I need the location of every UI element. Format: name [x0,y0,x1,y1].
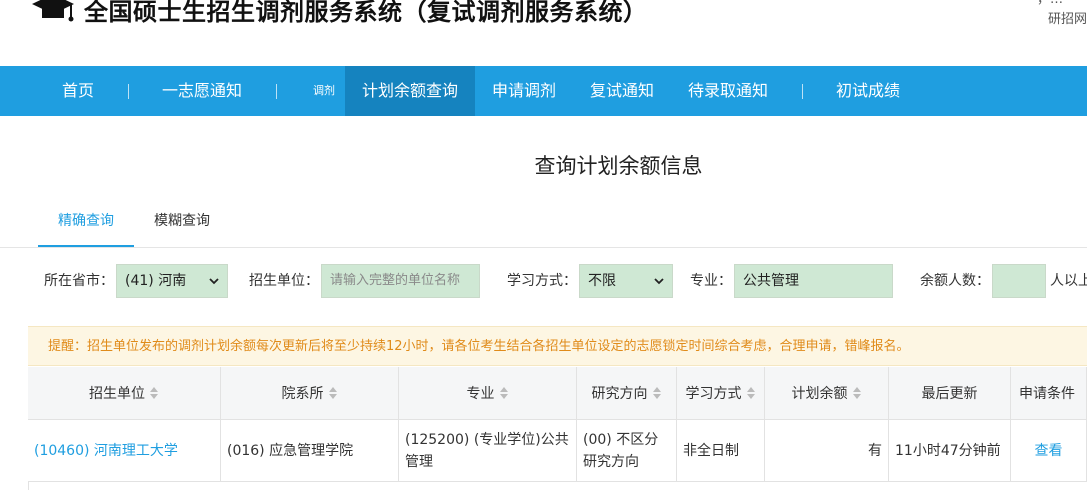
column-header-label: 专业 [466,386,495,402]
notice-text: 提醒：招生单位发布的调剂计划余额每次更新后将至少持续12小时，请各位考生结合各招… [48,339,910,354]
column-header-label: 申请条件 [1019,386,1075,402]
column-header-label: 院系所 [281,386,324,402]
column-header-mode[interactable]: 学习方式 [677,367,765,420]
site-header: 全国硕士生招生调剂服务系统（复试调剂服务系统） ，… 研招网 [0,0,1087,66]
table-cell-updated: 11小时47分钟前 [889,420,1011,482]
study-mode-label: 学习方式： [507,273,577,289]
nav-first-choice-notice[interactable]: 一志愿通知 [146,66,258,116]
column-header-label: 招生单位 [89,386,145,402]
nav-adjust[interactable]: 调剂 [305,66,343,116]
column-header-major[interactable]: 专业 [399,367,577,420]
major-label: 专业： [690,273,732,289]
column-header-label: 最后更新 [921,386,978,402]
column-header-dept[interactable]: 院系所 [221,367,399,420]
chevron-down-icon [209,278,219,285]
tab-exact-query[interactable]: 精确查询 [38,200,134,247]
page-title: 查询计划余额信息 [534,154,703,178]
nav-separator [802,84,803,99]
site-title: 全国硕士生招生调剂服务系统（复试调剂服务系统） [84,0,648,26]
nav-separator [128,84,129,99]
unit-input[interactable]: 请输入完整的单位名称 [321,264,480,298]
unit-link[interactable]: (10460) 河南理工大学 [34,440,178,462]
table-cell-balance: 有 [765,420,889,482]
major-input[interactable]: 公共管理 [734,264,893,298]
query-tabs: 精确查询 模糊查询 [0,200,1087,248]
header-top-right-link[interactable]: 研招网 [1048,12,1087,28]
nav-apply-adjust[interactable]: 申请调剂 [480,66,568,116]
province-select-value: (41) 河南 [125,273,187,289]
province-label: 所在省市： [44,273,114,289]
sort-icon [150,387,158,399]
table-cell-major: (125200) (专业学位)公共管理 [399,420,577,482]
column-header-label: 研究方向 [591,386,648,402]
nav-retest-notice[interactable]: 复试通知 [578,66,666,116]
nav-plan-balance-query[interactable]: 计划余额查询 [345,66,475,116]
quota-input[interactable] [992,264,1046,298]
quota-label: 余额人数： [920,273,990,289]
column-header-updated: 最后更新 [889,367,1011,420]
sort-icon [499,387,508,399]
view-link[interactable]: 查看 [1035,440,1063,462]
unit-label: 招生单位： [249,273,319,289]
chevron-down-icon [654,278,664,285]
table-cell-mode: 非全日制 [677,420,765,482]
column-header-balance[interactable]: 计划余额 [765,367,889,420]
graduation-cap-icon [32,0,74,22]
nav-separator [276,84,277,99]
column-header-label: 计划余额 [791,386,848,402]
sort-icon [746,387,755,399]
header-top-right-text: ，… [1037,0,1063,8]
column-header-direction[interactable]: 研究方向 [577,367,677,420]
province-select[interactable]: (41) 河南 [116,264,228,298]
nav-home[interactable]: 首页 [40,66,116,116]
notice-banner: 提醒：招生单位发布的调剂计划余额每次更新后将至少持续12小时，请各位考生结合各招… [28,326,1087,366]
nav-exam-scores[interactable]: 初试成绩 [822,66,914,116]
table-cell-action[interactable]: 查看 [1011,420,1087,482]
nav-admission-notice[interactable]: 待录取通知 [676,66,780,116]
sort-icon [852,387,861,399]
table-cell-dept: (016) 应急管理学院 [221,420,399,482]
column-header-conditions: 申请条件 [1011,367,1087,420]
sort-icon [652,387,661,399]
table-cell-unit[interactable]: (10460) 河南理工大学 [28,420,221,482]
column-header-label: 学习方式 [685,386,742,402]
column-header-unit[interactable]: 招生单位 [28,367,221,420]
table-cell-direction: (00) 不区分研究方向 [577,420,677,482]
tab-fuzzy-query[interactable]: 模糊查询 [140,200,224,247]
main-nav: 首页 一志愿通知 调剂 计划余额查询 申请调剂 复试通知 待录取通知 初试成绩 [0,66,1087,116]
balance-table: 招生单位 院系所 专业 研究方向 学习方式 计划余额 最后更新 申请条件 (10… [28,367,1087,490]
study-mode-select-value: 不限 [588,273,616,289]
quota-suffix: 人以上 [1050,273,1087,289]
sort-icon [328,387,337,399]
study-mode-select[interactable]: 不限 [579,264,673,298]
